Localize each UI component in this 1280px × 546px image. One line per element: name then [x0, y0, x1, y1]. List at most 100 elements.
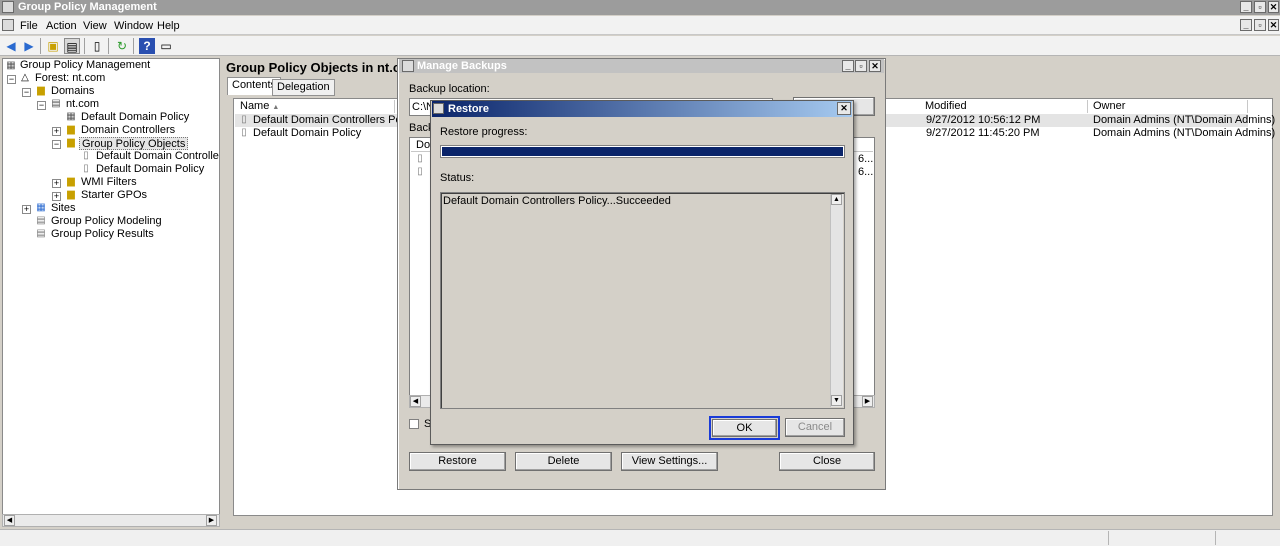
tree-item-forest[interactable]: Forest: nt.com — [35, 72, 105, 85]
status-textbox[interactable] — [440, 192, 845, 409]
expand-toggle[interactable]: + — [52, 127, 61, 136]
scroll-left-arrow[interactable]: ◀ — [4, 515, 15, 526]
view-settings-button[interactable]: View Settings... — [621, 452, 718, 471]
status-label: Status: — [440, 172, 475, 184]
table-row-owner: Domain Admins (NT\Domain Admins) — [1093, 127, 1276, 139]
folder-icon: ▆ — [37, 85, 45, 96]
scroll-down-arrow[interactable]: ▼ — [831, 395, 842, 406]
gpm-icon: ▦ — [6, 60, 16, 71]
tree-item-default-domain-controllers-policy[interactable]: Default Domain Controllers Polic — [96, 150, 219, 163]
table-row-name[interactable]: Default Domain Policy — [253, 127, 361, 140]
tree-item-starter-gpos[interactable]: Starter GPOs — [81, 189, 147, 202]
maximize-button[interactable]: ▫ — [1254, 1, 1266, 13]
delete-button[interactable]: Delete — [515, 452, 612, 471]
app-icon — [2, 1, 14, 13]
tree-item-modeling[interactable]: Group Policy Modeling — [51, 215, 162, 228]
cancel-button[interactable]: Cancel — [785, 418, 845, 437]
collapse-toggle[interactable]: − — [52, 140, 61, 149]
tab-delegation[interactable]: Delegation — [272, 79, 335, 96]
close-dialog-button[interactable]: Close — [779, 452, 875, 471]
scroll-right-arrow[interactable]: ▶ — [862, 396, 873, 407]
menu-bar — [0, 16, 1280, 35]
folder-icon: ▆ — [67, 137, 75, 148]
dialog-maximize-button[interactable]: ▫ — [855, 60, 867, 72]
toolbar-separator — [108, 38, 109, 54]
minimize-button[interactable]: _ — [1240, 1, 1252, 13]
toolbar-separator — [40, 38, 41, 54]
toolbar-separator — [84, 38, 85, 54]
scroll-up-arrow[interactable]: ▲ — [831, 194, 842, 205]
tree-item-domains[interactable]: Domains — [51, 85, 94, 98]
column-header-name[interactable]: Name ▲ — [235, 100, 395, 113]
gpo-icon: ▯ — [417, 153, 423, 164]
tree-horizontal-scrollbar[interactable] — [2, 514, 220, 527]
expand-toggle[interactable]: + — [52, 192, 61, 201]
expand-toggle[interactable]: + — [22, 205, 31, 214]
tree-item-group-policy-objects[interactable]: Group Policy Objects — [79, 137, 189, 150]
show-hide-icon[interactable]: ▭ — [158, 38, 174, 54]
modeling-icon: ▤ — [36, 215, 46, 226]
column-header-owner[interactable]: Owner — [1088, 100, 1248, 113]
dialog-close-button[interactable]: ✕ — [869, 60, 881, 72]
gpo-icon: ▯ — [83, 150, 89, 161]
dialog-minimize-button[interactable]: _ — [842, 60, 854, 72]
tree-root[interactable]: Group Policy Management — [20, 59, 150, 72]
tree-item-default-domain-policy[interactable]: Default Domain Policy — [81, 111, 189, 124]
panel-title: Group Policy Objects in nt.com — [226, 60, 420, 75]
tree-item-wmi-filters[interactable]: WMI Filters — [81, 176, 137, 189]
toolbar-separator — [133, 38, 134, 54]
menu-action[interactable]: Action — [46, 20, 77, 32]
back-arrow-icon[interactable]: ◀ — [3, 38, 19, 54]
child-close-button[interactable]: ✕ — [1268, 19, 1279, 31]
tree-item-default-domain-policy-gpo[interactable]: Default Domain Policy — [96, 163, 204, 176]
gpo-icon: ▯ — [241, 127, 247, 138]
show-latest-checkbox[interactable] — [409, 419, 419, 429]
column-header-name-label: Name — [240, 100, 270, 112]
console-icon — [2, 19, 14, 31]
restore-close-button[interactable]: ✕ — [837, 102, 851, 115]
status-vertical-scrollbar[interactable] — [830, 194, 843, 407]
collapse-toggle[interactable]: − — [22, 88, 31, 97]
status-bar — [0, 529, 1280, 546]
close-button[interactable]: ✕ — [1268, 1, 1279, 13]
console-tree-icon[interactable]: ▤ — [64, 38, 80, 54]
tree-item-sites[interactable]: Sites — [51, 202, 75, 215]
child-minimize-button[interactable]: _ — [1240, 19, 1252, 31]
properties-icon[interactable]: ▯ — [89, 38, 105, 54]
list-row-tail: 6... — [858, 166, 874, 178]
tree-item-results[interactable]: Group Policy Results — [51, 228, 154, 241]
menu-file[interactable]: File — [20, 20, 38, 32]
toolbar — [0, 36, 1280, 56]
manage-backups-titlebar: Manage Backups — [399, 59, 884, 73]
forward-arrow-icon[interactable]: ▶ — [21, 38, 37, 54]
forest-icon: △ — [21, 72, 29, 83]
gpo-icon: ▯ — [241, 114, 247, 125]
folder-up-icon[interactable]: ▣ — [45, 38, 61, 54]
domain-icon: ▤ — [51, 98, 61, 109]
collapse-toggle[interactable]: − — [7, 75, 16, 84]
scroll-left-arrow[interactable]: ◀ — [410, 396, 421, 407]
window-title: Group Policy Management — [18, 1, 157, 13]
gpo-link-icon: ▦ — [66, 111, 76, 122]
folder-icon: ▆ — [67, 189, 75, 200]
help-icon[interactable]: ? — [139, 38, 155, 54]
tree-item-domain-controllers[interactable]: Domain Controllers — [81, 124, 175, 137]
tree-item-domain[interactable]: nt.com — [66, 98, 99, 111]
menu-view[interactable]: View — [83, 20, 107, 32]
restore-button[interactable]: Restore — [409, 452, 506, 471]
refresh-icon[interactable]: ↻ — [114, 38, 130, 54]
menu-help[interactable]: Help — [157, 20, 180, 32]
table-row-modified: 9/27/2012 10:56:12 PM — [926, 114, 1041, 126]
child-restore-button[interactable]: ▫ — [1254, 19, 1266, 31]
menu-window[interactable]: Window — [114, 20, 153, 32]
expand-toggle[interactable]: + — [52, 179, 61, 188]
scroll-right-arrow[interactable]: ▶ — [206, 515, 217, 526]
restore-progress-label: Restore progress: — [440, 126, 528, 138]
collapse-toggle[interactable]: − — [37, 101, 46, 110]
ok-button[interactable]: OK — [712, 419, 777, 437]
restore-progress-fill — [442, 147, 843, 156]
dialog-icon — [402, 60, 414, 72]
table-row-name[interactable]: Default Domain Controllers Policy — [253, 114, 417, 127]
sites-icon: ▦ — [36, 202, 46, 213]
column-header-modified[interactable]: Modified — [920, 100, 1088, 113]
